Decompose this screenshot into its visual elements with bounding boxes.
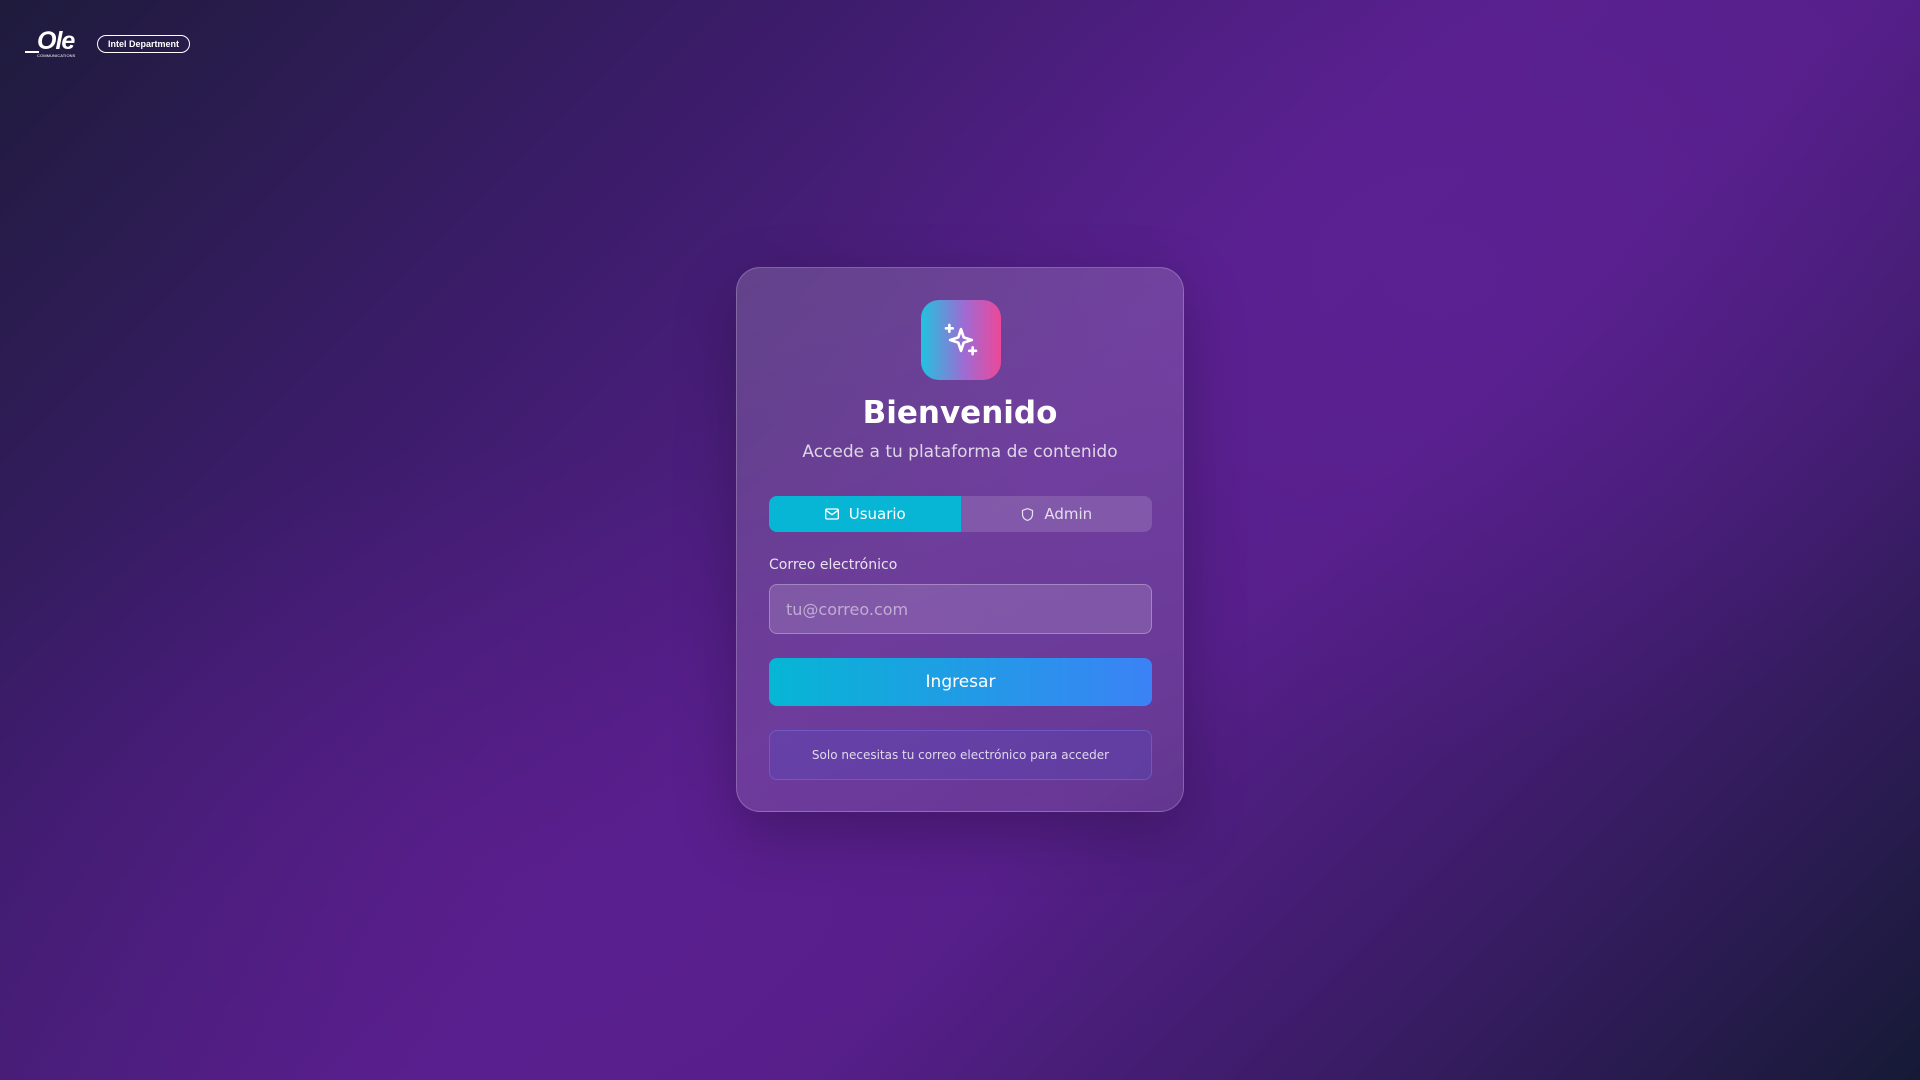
shield-icon (1022, 507, 1034, 521)
tab-admin[interactable]: Admin (961, 496, 1153, 532)
logo-text: Ole (37, 27, 75, 55)
info-hint-box: Solo necesitas tu correo electrónico par… (769, 730, 1152, 780)
ole-logo: Ole COMMUNICATIONS (25, 27, 82, 59)
submit-button[interactable]: Ingresar (769, 658, 1152, 706)
app-icon-tile (921, 300, 1001, 380)
mail-icon (824, 508, 839, 520)
page-title: Bienvenido (862, 395, 1058, 431)
role-tabs: Usuario Admin (769, 496, 1152, 532)
login-card: Bienvenido Accede a tu plataforma de con… (736, 267, 1184, 812)
email-field[interactable] (769, 584, 1152, 634)
page-subtitle: Accede a tu plataforma de contenido (802, 442, 1118, 462)
tab-admin-label: Admin (1044, 505, 1093, 523)
email-label: Correo electrónico (769, 557, 898, 573)
tab-usuario-label: Usuario (848, 505, 906, 523)
top-bar: Ole COMMUNICATIONS Intel Department (25, 27, 191, 59)
logo-subtext: COMMUNICATIONS (37, 53, 76, 58)
tab-usuario[interactable]: Usuario (769, 496, 961, 532)
info-hint-text: Solo necesitas tu correo electrónico par… (811, 748, 1110, 762)
sparkles-icon (944, 323, 978, 356)
department-badge: Intel Department (97, 35, 191, 53)
